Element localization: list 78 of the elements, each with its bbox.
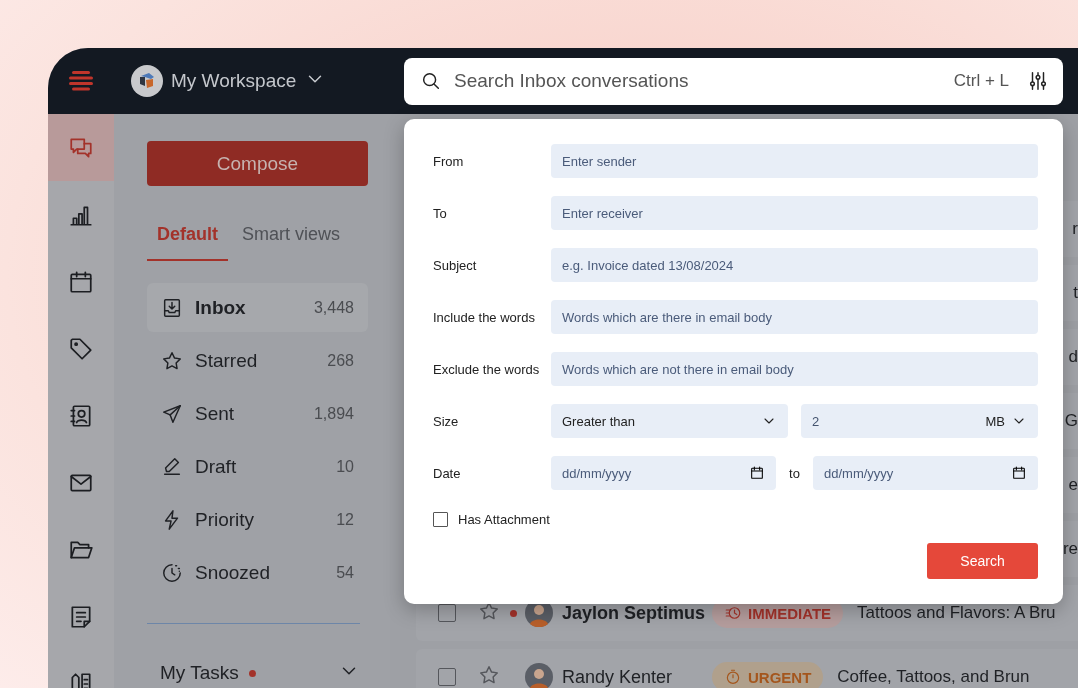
folder-count: 12 <box>336 510 354 529</box>
checkbox[interactable] <box>438 668 456 686</box>
folder-label: Draft <box>195 455 238 478</box>
search-icon <box>420 70 442 92</box>
field-label: To <box>433 205 448 221</box>
sender-name: Randy Kenter <box>562 666 674 688</box>
folder-label: Priority <box>195 508 256 531</box>
unit-dropdown[interactable]: MB <box>985 413 1027 429</box>
folder-label: Sent <box>195 402 236 425</box>
folder-count: 1,894 <box>313 404 354 423</box>
date-field[interactable]: dd/mm/yyyy <box>551 456 776 490</box>
message-subject: re <box>1062 539 1078 559</box>
calendar-icon[interactable] <box>749 465 765 481</box>
folder-item[interactable]: Sent 1,894 <box>147 389 368 438</box>
pencil-icon <box>161 455 183 478</box>
text-field[interactable]: Enter receiver <box>551 196 1038 230</box>
field-label: Exclude the words <box>433 361 541 377</box>
folder-count: 54 <box>336 563 354 582</box>
message-row[interactable]: Randy Kenter URGENT Coffee, Tattoos, and Brun <box>416 649 1078 688</box>
send-icon <box>161 402 183 425</box>
logo-icon[interactable] <box>69 71 93 91</box>
message-subject: Tattoos and Flavors: A Bru <box>857 603 1056 623</box>
message-subject: G <box>1064 411 1078 431</box>
message-subject: e <box>1068 475 1078 495</box>
search-button[interactable]: Search <box>927 543 1038 579</box>
checkbox[interactable] <box>433 512 448 527</box>
note-icon <box>68 603 94 630</box>
folder-count: 10 <box>336 457 354 476</box>
text-field[interactable]: Enter sender <box>551 144 1038 178</box>
snooze-clock-icon <box>161 561 183 584</box>
avatar <box>525 663 553 688</box>
field-label: Include the words <box>433 309 536 325</box>
calendar-icon <box>68 268 94 295</box>
workspace-logo-icon[interactable] <box>131 65 163 97</box>
tab[interactable]: Smart views <box>232 224 351 261</box>
folder-label: Starred <box>195 349 259 372</box>
tag-icon <box>68 335 94 362</box>
timer-icon <box>724 604 742 622</box>
folder-item[interactable]: Priority 12 <box>147 495 368 544</box>
shortcut-hint: Ctrl + L <box>953 71 1009 91</box>
field-label: From <box>433 153 465 169</box>
text-field[interactable]: Words which are not there in email body <box>551 352 1038 386</box>
stopwatch-icon <box>724 668 742 686</box>
sender-name: Jaylon Septimus <box>562 602 707 624</box>
message-subject: t <box>1073 283 1078 303</box>
folder-item[interactable]: Starred 268 <box>147 336 368 385</box>
inbox-icon <box>161 296 183 319</box>
comparison-dropdown[interactable]: Greater than <box>551 404 788 438</box>
folder-item[interactable]: Inbox 3,448 <box>147 283 368 332</box>
filter-sliders-icon[interactable] <box>1027 70 1049 92</box>
folder-label: Snoozed <box>195 561 271 584</box>
field-label: Date <box>433 465 462 481</box>
calendar-icon[interactable] <box>1011 465 1027 481</box>
search-bar[interactable]: Search Inbox conversations Ctrl + L <box>404 57 1063 105</box>
folder-count: 3,448 <box>313 298 354 317</box>
section-title[interactable]: My Tasks <box>160 662 239 684</box>
folder-item[interactable]: Snoozed 54 <box>147 548 368 597</box>
priority-tag: URGENT <box>712 662 824 688</box>
search-field[interactable]: Search Inbox conversations <box>452 69 944 93</box>
contact-book-icon <box>68 402 94 429</box>
message-subject: d <box>1068 347 1078 367</box>
message-subject: Coffee, Tattoos, and Brun <box>837 667 1030 687</box>
message-subject: r <box>1072 219 1078 239</box>
field-label: Size <box>433 413 460 429</box>
star-icon[interactable] <box>478 664 500 686</box>
date-separator: to <box>788 465 801 481</box>
folder-count: 268 <box>327 351 354 370</box>
workspace-name[interactable]: My Workspace <box>171 70 297 92</box>
checkbox-label: Has Attachment <box>458 512 550 527</box>
date-field[interactable]: dd/mm/yyyy <box>813 456 1038 490</box>
field-label: Subject <box>433 257 478 273</box>
text-field[interactable]: Words which are there in email body <box>551 300 1038 334</box>
size-field[interactable]: 2 MB <box>801 404 1038 438</box>
folder-item[interactable]: Draft 10 <box>147 442 368 491</box>
compose-button[interactable]: Compose <box>147 141 368 186</box>
star-icon <box>161 349 183 372</box>
folder-label: Inbox <box>195 296 247 319</box>
text-field[interactable]: e.g. Invoice dated 13/08/2024 <box>551 248 1038 282</box>
